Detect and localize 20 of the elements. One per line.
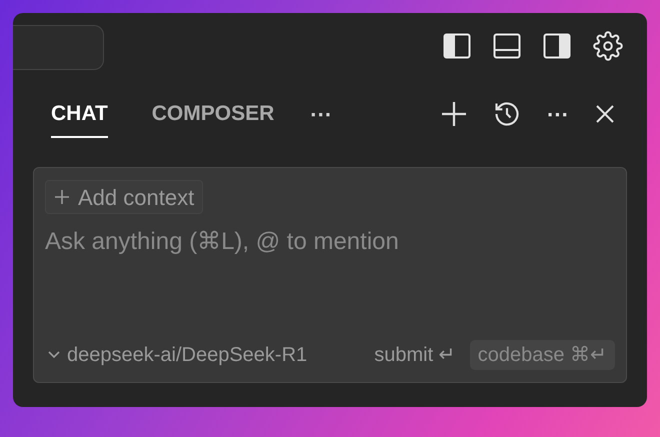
more-button[interactable]: ···	[547, 98, 569, 130]
submit-button[interactable]: submit ↵	[374, 340, 456, 370]
bottom-panel-icon[interactable]	[493, 33, 521, 59]
settings-icon[interactable]	[593, 31, 623, 61]
more-tabs-button[interactable]: ···	[310, 98, 332, 130]
chevron-down-icon	[47, 350, 61, 360]
add-context-button[interactable]: Add context	[45, 180, 204, 214]
add-icon[interactable]	[441, 101, 468, 127]
tab[interactable]: CHAT	[51, 90, 108, 138]
right-panel-icon[interactable]	[543, 33, 571, 59]
search-field[interactable]	[13, 24, 104, 70]
model-selector[interactable]: deepseek-ai/DeepSeek-R1	[45, 340, 308, 370]
close-icon[interactable]	[595, 104, 615, 124]
chat-input-box[interactable]: Add context Ask anything (⌘L), @ to mention deepseek-ai/DeepSeek-R1 submit ↵ codebase ⌘↵	[33, 167, 627, 383]
plus-icon	[54, 189, 70, 205]
prompt-field[interactable]: Ask anything (⌘L), @ to mention	[45, 224, 615, 260]
left-panel-icon[interactable]	[443, 33, 471, 59]
codebase-button[interactable]: codebase ⌘↵	[470, 340, 615, 370]
history-icon[interactable]	[493, 100, 522, 128]
tab[interactable]: COMPOSER	[152, 90, 274, 138]
